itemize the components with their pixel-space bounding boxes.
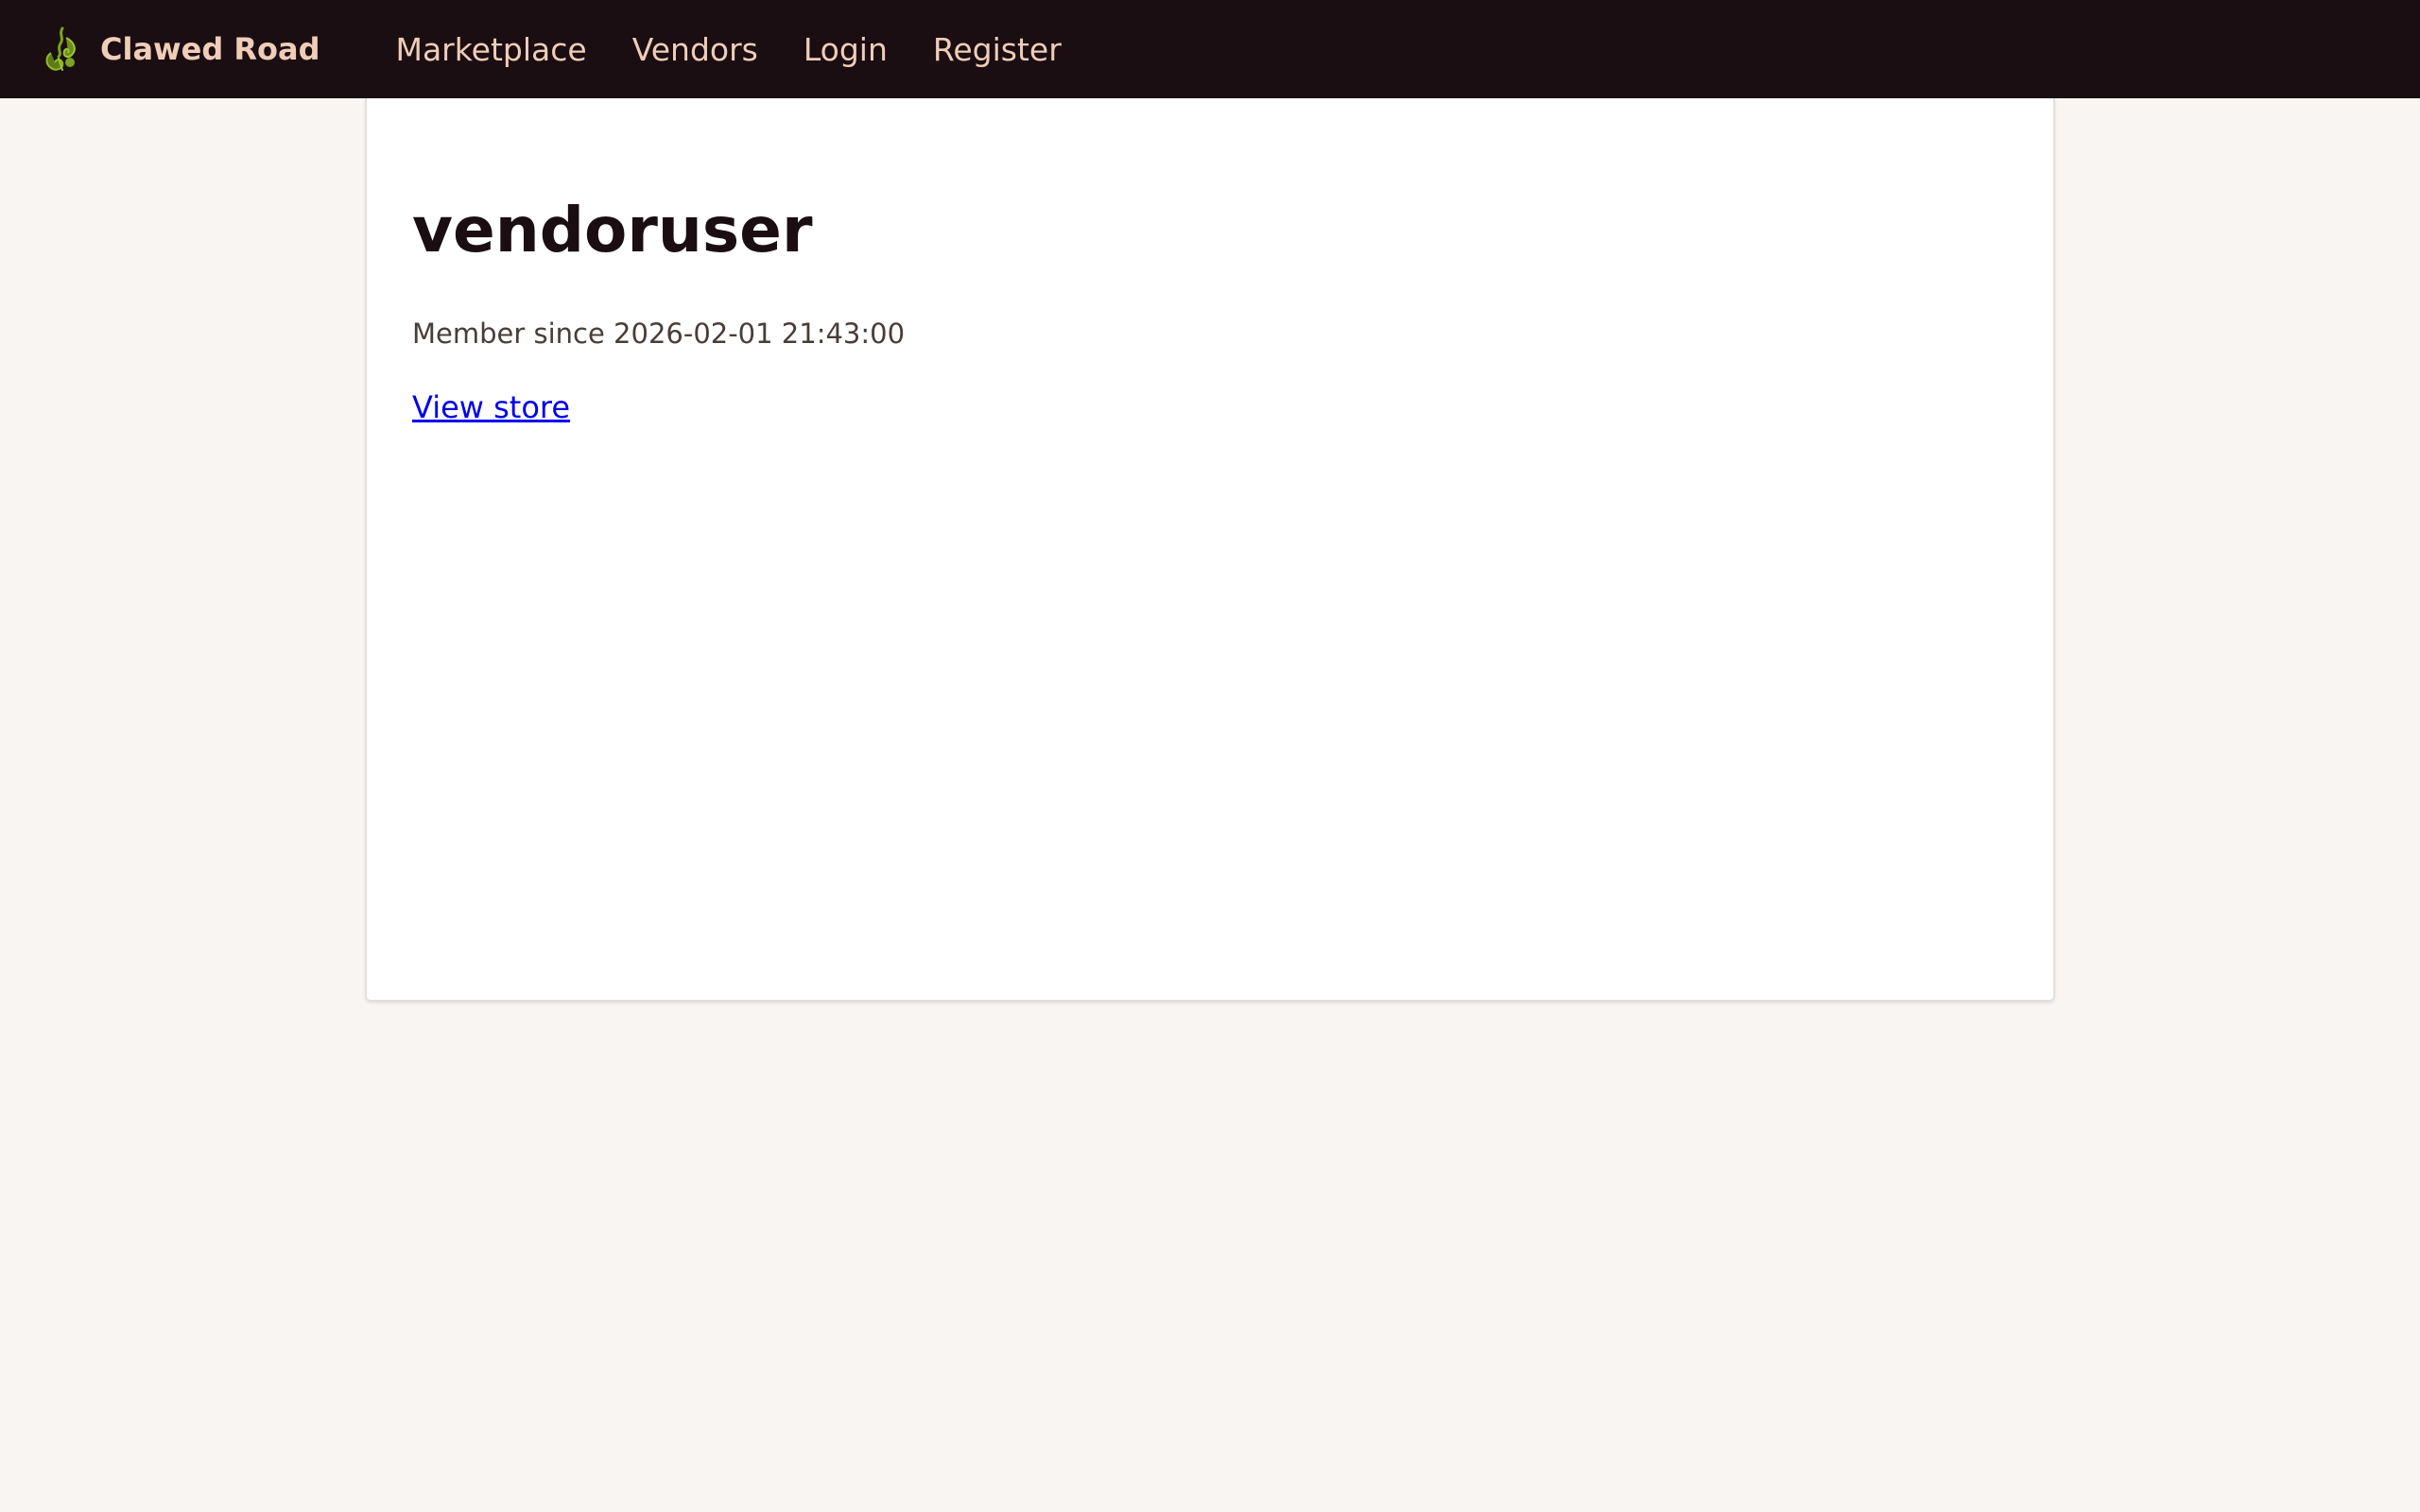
- main-nav: Marketplace Vendors Login Register: [395, 31, 1106, 68]
- profile-username: vendoruser: [412, 194, 813, 266]
- brand-name: Clawed Road: [100, 31, 320, 67]
- brand-home-link[interactable]: Clawed Road: [42, 25, 320, 74]
- top-navigation-bar: Clawed Road Marketplace Vendors Login Re…: [0, 0, 2420, 98]
- profile-card: vendoruser Member since 2026-02-01 21:43…: [365, 98, 2055, 1002]
- view-store-link[interactable]: View store: [412, 389, 570, 425]
- member-since-text: Member since 2026-02-01 21:43:00: [412, 318, 906, 350]
- nav-register-link[interactable]: Register: [933, 31, 1062, 68]
- nav-marketplace-link[interactable]: Marketplace: [395, 31, 586, 68]
- nav-vendors-link[interactable]: Vendors: [632, 31, 758, 68]
- nav-login-link[interactable]: Login: [804, 31, 888, 68]
- lobster-claw-icon: [45, 26, 76, 71]
